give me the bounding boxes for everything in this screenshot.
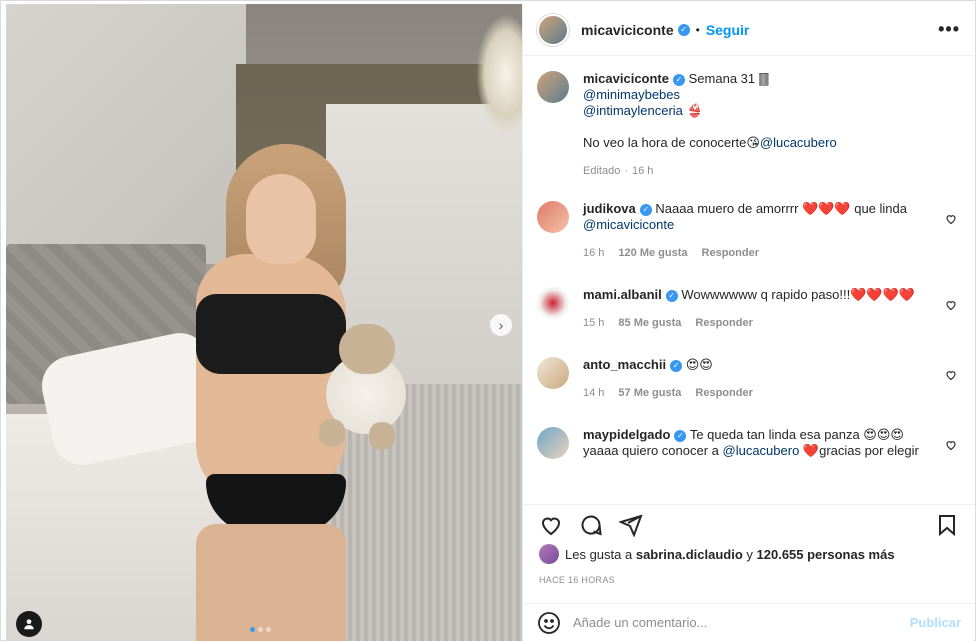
comment-mention[interactable]: @micaviciconte xyxy=(583,217,674,232)
caption-mention-2-suffix: 👙 xyxy=(682,103,703,118)
post-timestamp: HACE 16 HORAS xyxy=(539,575,615,585)
comment-reply-button[interactable]: Responder xyxy=(695,315,752,331)
likes-middle: y xyxy=(746,546,753,562)
comment-time: 15 h xyxy=(583,317,605,329)
post-header: micaviciconte ✓ • Seguir ••• xyxy=(523,4,974,56)
heart-icon[interactable] xyxy=(945,299,957,311)
comment-text: Wowwwwww q rapido paso!!!❤️❤️❤️❤️ xyxy=(681,287,915,302)
author-username[interactable]: micaviciconte xyxy=(581,22,674,38)
heart-icon[interactable] xyxy=(945,213,957,225)
comment-text-2: ❤️gracias por elegir xyxy=(802,443,919,458)
more-options-icon[interactable]: ••• xyxy=(938,19,960,40)
comment-item: anto_macchii ✓ 😍😍 14 h 57 Me gusta Respon… xyxy=(537,357,961,401)
emoji-icon[interactable] xyxy=(537,611,561,635)
comment-item: mami.albanil ✓ Wowwwwww q rapido paso!!!❤… xyxy=(537,287,961,331)
carousel-dot xyxy=(266,627,271,632)
comment-reply-button[interactable]: Responder xyxy=(702,245,759,261)
comment-avatar[interactable] xyxy=(537,427,569,459)
post-actions xyxy=(523,504,975,544)
verified-badge-icon: ✓ xyxy=(673,73,685,86)
comment-likes[interactable]: 85 Me gusta xyxy=(618,315,681,331)
share-icon[interactable] xyxy=(619,513,643,537)
comment-reply-button[interactable]: Responder xyxy=(695,385,752,401)
caption: micaviciconte ✓ Semana 31 🀫 @minimaybebes… xyxy=(537,71,961,179)
comment-icon[interactable] xyxy=(579,513,603,537)
publish-button[interactable]: Publicar xyxy=(910,615,961,630)
carousel-dot xyxy=(250,627,255,632)
comment-text: Naaaa muero de amorrrr ❤️❤️❤️ que linda xyxy=(655,201,907,216)
verified-badge-icon: ✓ xyxy=(665,289,678,302)
author-avatar[interactable] xyxy=(537,13,569,46)
caption-body: No veo la hora de conocerte😘 xyxy=(583,135,760,150)
caption-avatar[interactable] xyxy=(537,71,569,103)
carousel-next-button[interactable]: › xyxy=(490,314,512,336)
comment-avatar[interactable] xyxy=(537,201,569,233)
user-icon xyxy=(24,619,34,630)
caption-dot: · xyxy=(624,165,628,177)
photo-chandelier xyxy=(476,14,522,134)
verified-badge-icon: ✓ xyxy=(677,23,690,36)
carousel-dot xyxy=(258,627,263,632)
caption-username[interactable]: micaviciconte xyxy=(583,71,669,86)
caption-body-mention[interactable]: @lucacubero xyxy=(760,135,837,150)
comments-list[interactable]: micaviciconte ✓ Semana 31 🀫 @minimaybebes… xyxy=(523,57,975,503)
heart-icon[interactable] xyxy=(945,439,957,451)
verified-badge-icon: ✓ xyxy=(670,359,683,372)
comment-username[interactable]: mami.albanil xyxy=(583,287,662,302)
caption-line1: Semana 31 🀫 xyxy=(688,71,770,86)
photo-plush-lamb xyxy=(311,324,421,450)
chevron-right-icon: › xyxy=(498,317,504,333)
comment-time: 16 h xyxy=(583,247,605,259)
likes-user[interactable]: sabrina.diclaudio xyxy=(636,547,743,562)
comment-username[interactable]: anto_macchii xyxy=(583,357,666,372)
liker-avatar[interactable] xyxy=(539,544,559,564)
likes-summary: Les gusta a sabrina.diclaudio y 120.655 … xyxy=(539,544,895,564)
post-photo[interactable] xyxy=(6,4,522,641)
bookmark-icon[interactable] xyxy=(935,513,959,537)
heart-icon[interactable] xyxy=(539,513,563,537)
likes-prefix: Les gusta a xyxy=(565,546,633,562)
caption-time: 16 h xyxy=(631,165,654,177)
tagged-users-button[interactable] xyxy=(16,611,42,637)
comment-avatar[interactable] xyxy=(537,287,569,319)
comment-likes[interactable]: 120 Me gusta xyxy=(618,245,687,261)
caption-mention-1[interactable]: @minimaybebes xyxy=(583,87,680,102)
verified-badge-icon: ✓ xyxy=(674,429,687,442)
add-comment-bar: Publicar xyxy=(523,603,975,641)
verified-badge-icon: ✓ xyxy=(639,203,652,216)
header-separator: • xyxy=(695,22,700,37)
likes-count[interactable]: 120.655 personas más xyxy=(757,547,895,562)
post-sidebar: micaviciconte ✓ • Seguir ••• micavicicon… xyxy=(522,4,975,641)
comment-item: maypidelgado ✓ Te queda tan linda esa pan… xyxy=(537,427,961,459)
comment-input[interactable] xyxy=(573,615,910,630)
comment-mention[interactable]: @lucacubero xyxy=(723,443,800,458)
comment-avatar[interactable] xyxy=(537,357,569,389)
comment-text: 😍😍 xyxy=(685,357,713,372)
comment-time: 14 h xyxy=(583,387,605,399)
comment-likes[interactable]: 57 Me gusta xyxy=(618,385,681,401)
carousel-dots xyxy=(250,627,271,632)
comment-username[interactable]: maypidelgado xyxy=(583,427,670,442)
caption-edited: Editado xyxy=(583,165,621,177)
caption-mention-2[interactable]: @intimaylenceria xyxy=(583,103,683,118)
heart-icon[interactable] xyxy=(945,369,957,381)
comment-username[interactable]: judikova xyxy=(583,201,636,216)
comment-item: judikova ✓ Naaaa muero de amorrrr ❤️❤️❤️ … xyxy=(537,201,961,261)
follow-button[interactable]: Seguir xyxy=(706,22,750,38)
